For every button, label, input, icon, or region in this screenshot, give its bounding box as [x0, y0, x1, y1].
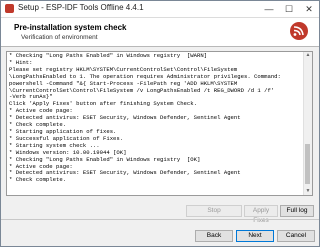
- espressif-logo-icon: [290, 22, 308, 40]
- wizard-header: Pre-installation system check Verificati…: [1, 18, 319, 47]
- minimize-button[interactable]: —: [259, 1, 279, 17]
- cancel-button[interactable]: Cancel: [277, 230, 315, 242]
- log-text: * Checking "Long Paths Enabled" in Windo…: [9, 52, 281, 184]
- app-icon: [5, 4, 14, 13]
- page-subtitle: Verification of environment: [21, 34, 98, 41]
- scrollbar-thumb[interactable]: [305, 144, 310, 184]
- next-button[interactable]: Next: [236, 230, 274, 242]
- stop-button[interactable]: Stop: [186, 205, 242, 217]
- full-log-button[interactable]: Full log: [280, 205, 314, 217]
- log-scrollbar[interactable]: ▲ ▼: [303, 52, 312, 195]
- footer-divider: [1, 219, 319, 220]
- back-button[interactable]: Back: [195, 230, 233, 242]
- maximize-button[interactable]: ☐: [279, 1, 299, 17]
- scroll-up-icon[interactable]: ▲: [305, 52, 311, 59]
- system-check-log[interactable]: * Checking "Long Paths Enabled" in Windo…: [6, 51, 313, 196]
- scroll-down-icon[interactable]: ▼: [305, 188, 311, 195]
- page-title: Pre-installation system check: [14, 23, 127, 32]
- close-button[interactable]: ✕: [299, 1, 319, 17]
- title-bar: Setup - ESP-IDF Tools Offline 4.4.1 — ☐ …: [1, 1, 319, 18]
- setup-window: Setup - ESP-IDF Tools Offline 4.4.1 — ☐ …: [0, 0, 320, 247]
- window-title: Setup - ESP-IDF Tools Offline 4.4.1: [18, 3, 144, 12]
- apply-fixes-button[interactable]: Apply Fixes: [244, 205, 278, 224]
